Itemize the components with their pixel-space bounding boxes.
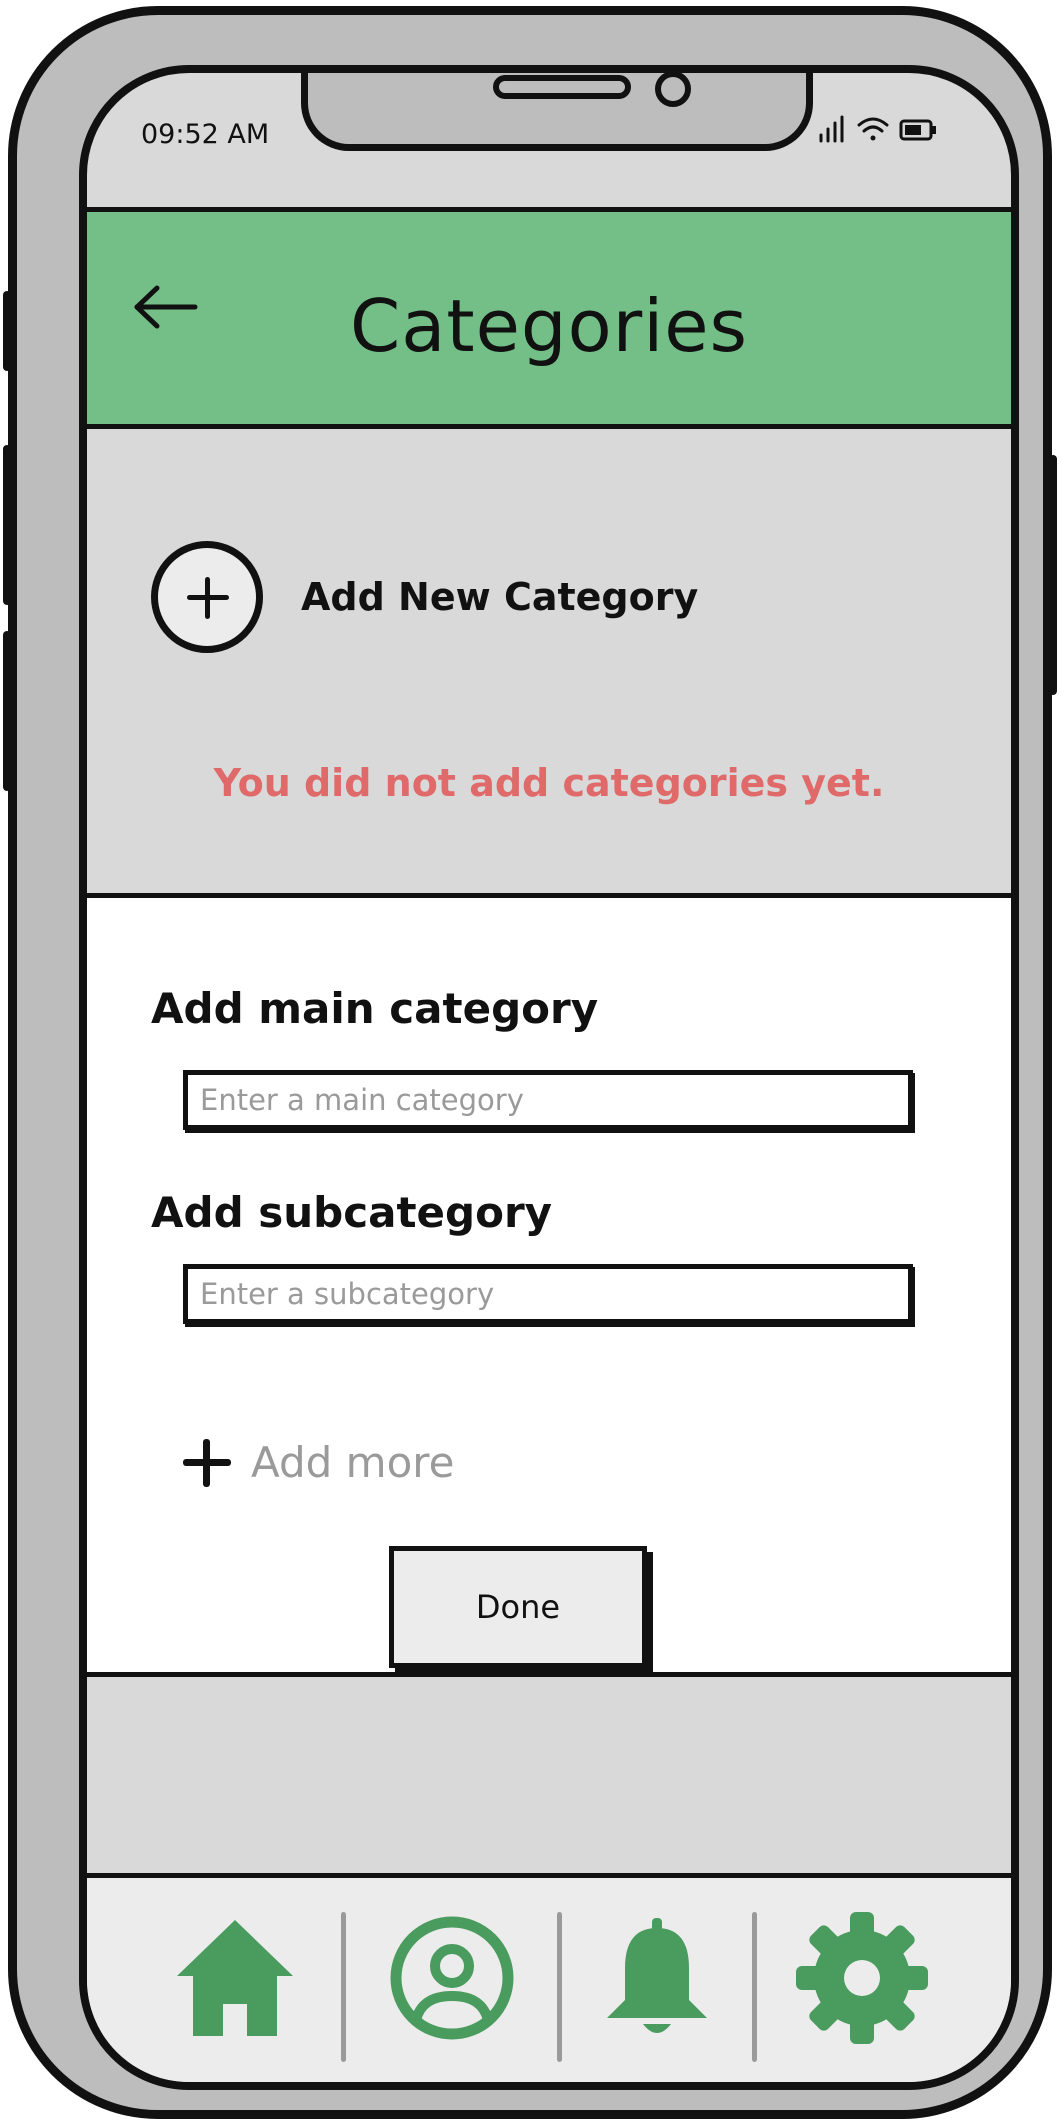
add-category-panel: Add main category Add subcategory Add mo… <box>87 893 1011 1677</box>
volume-down-button <box>3 631 11 791</box>
phone-frame: 09:52 AM Categories Add New Category You… <box>3 6 1057 2119</box>
add-new-category-button[interactable]: Add New Category <box>151 541 698 653</box>
front-camera <box>655 73 691 107</box>
nav-divider <box>557 1912 562 2062</box>
battery-icon <box>899 119 936 141</box>
wifi-icon <box>857 117 889 141</box>
add-more-label: Add more <box>251 1438 455 1487</box>
nav-divider <box>752 1912 757 2062</box>
subcategory-label: Add subcategory <box>151 1188 553 1237</box>
main-category-input[interactable] <box>183 1070 913 1130</box>
subcategory-input[interactable] <box>183 1264 913 1324</box>
nav-divider <box>341 1912 346 2062</box>
plus-icon <box>183 1438 231 1487</box>
status-icons <box>819 115 936 143</box>
user-circle-icon[interactable] <box>382 1908 522 2048</box>
bottom-nav <box>87 1873 1011 2082</box>
speaker-grille <box>493 75 631 99</box>
empty-state-message: You did not add categories yet. <box>213 761 885 805</box>
bell-icon[interactable] <box>587 1908 727 2048</box>
home-icon[interactable] <box>165 1908 305 2048</box>
signal-icon <box>819 115 844 143</box>
status-time: 09:52 AM <box>141 119 270 150</box>
add-more-button[interactable]: Add more <box>183 1438 454 1487</box>
volume-up-button <box>3 445 11 605</box>
page-title: Categories <box>349 284 749 368</box>
power-button <box>1049 455 1057 695</box>
notch <box>301 73 813 151</box>
phone-screen: 09:52 AM Categories Add New Category You… <box>79 65 1019 2090</box>
main-category-label: Add main category <box>151 984 599 1033</box>
mute-switch <box>3 291 11 371</box>
done-button[interactable]: Done <box>389 1546 647 1668</box>
plus-circle-icon <box>151 541 263 653</box>
gear-icon[interactable] <box>792 1908 932 2048</box>
add-new-category-label: Add New Category <box>301 575 699 619</box>
app-header: Categories <box>87 207 1011 429</box>
